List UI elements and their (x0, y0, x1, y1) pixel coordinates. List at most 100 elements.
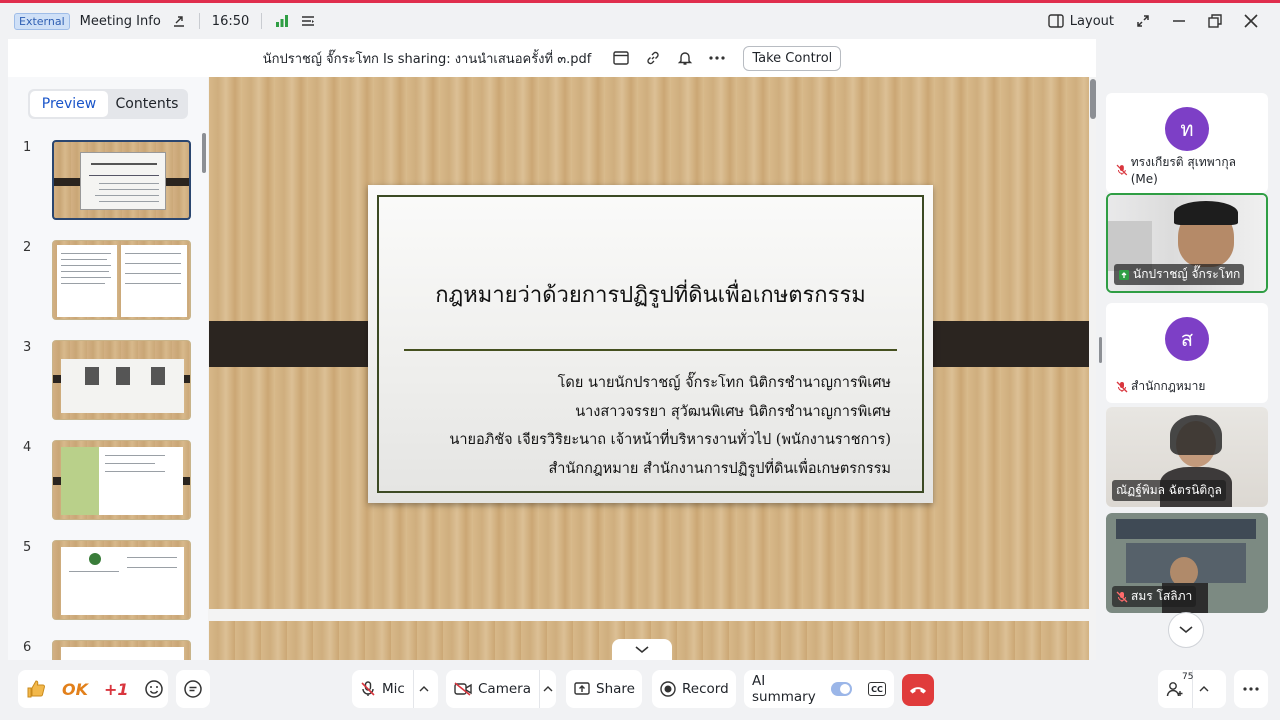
ai-summary-toggle[interactable]: AI summary (744, 670, 860, 708)
layout-button[interactable]: Layout (1048, 14, 1114, 29)
page-thumbnail-1[interactable] (52, 140, 191, 220)
participant-tile[interactable]: สมร โสลิภา (1106, 513, 1268, 613)
share-title: นักปราชญ์ จั๊กระโทก Is sharing: งานนำเสน… (262, 51, 592, 67)
mic-control: Mic (352, 670, 438, 708)
participants-options-caret[interactable] (1192, 670, 1214, 708)
emoji-icon[interactable] (137, 670, 171, 708)
slide-page: กฎหมายว่าด้วยการปฏิรูปที่ดินเพื่อเกษตรกร… (209, 77, 1089, 609)
participants-panel: ท ทรงเกียรติ สุเทพากุล (Me) นักปราชญ์ จั… (1098, 77, 1280, 660)
screen-share-icon (1119, 269, 1129, 280)
participants-button[interactable]: 75 (1158, 670, 1194, 708)
more-options-button[interactable] (1234, 670, 1268, 708)
mic-options-caret[interactable] (412, 670, 435, 708)
share-screen-icon (574, 682, 590, 695)
external-badge: External (14, 12, 70, 30)
page-number: 2 (23, 240, 32, 255)
minimize-icon[interactable] (1172, 14, 1186, 28)
scroll-down-button[interactable] (1168, 612, 1204, 648)
slide-band-left (209, 321, 387, 367)
participant-tile[interactable]: ณัฏฐ์พิมล ฉัตรนิติกูล (1106, 407, 1268, 507)
camera-options-caret[interactable] (538, 670, 556, 708)
participant-tile[interactable]: ท ทรงเกียรติ สุเทพากุล (Me) (1106, 93, 1268, 193)
panel-resize-handle[interactable] (1099, 337, 1102, 363)
participant-tile[interactable]: นักปราชญ์ จั๊กระโทก (1106, 193, 1268, 293)
record-icon (660, 681, 676, 697)
credit-line: สำนักกฎหมาย สำนักงานการปฏิรูปที่ดินเพื่อ… (548, 460, 891, 477)
participants-count: 75 (1182, 672, 1194, 682)
chevron-up-icon (1199, 686, 1208, 692)
chat-button[interactable] (176, 670, 210, 708)
record-button[interactable]: Record (652, 670, 736, 708)
bell-icon[interactable] (669, 46, 701, 70)
credit-line: นางสาวจรรยา สุวัฒนพิเศษ นิติกรชำนาญการพิ… (575, 403, 891, 420)
participant-name: ณัฏฐ์พิมล ฉัตรนิติกูล (1112, 480, 1226, 501)
more-icon (1243, 687, 1259, 691)
toggle-switch[interactable] (831, 682, 852, 696)
camera-off-icon (454, 682, 472, 696)
thumbnail-card (80, 152, 166, 210)
page-thumbnail-2[interactable] (52, 240, 191, 320)
credit-line: นายอภิชัจ เจียรวิริยะนาถ เจ้าหน้าที่บริห… (449, 432, 891, 448)
tab-contents[interactable]: Contents (108, 91, 186, 117)
divider (261, 13, 263, 29)
title-divider (404, 349, 897, 351)
participants-control: 75 (1158, 670, 1226, 708)
page-number: 5 (23, 540, 32, 555)
sidebar-scrollbar[interactable] (202, 133, 206, 173)
mic-off-icon (1116, 381, 1128, 392)
leave-meeting-button[interactable] (902, 674, 934, 706)
close-icon[interactable] (1244, 14, 1258, 28)
mic-off-icon (1116, 591, 1128, 602)
meeting-toolbar: OK +1 Mic Camera Share Record AI summary… (0, 660, 1280, 720)
divider (198, 13, 200, 29)
chat-icon (184, 680, 202, 698)
page-thumbnail-4[interactable] (52, 440, 191, 520)
pages-sidebar: Preview Contents 1 2 3 4 5 6 (8, 77, 208, 660)
participants-icon (1166, 682, 1183, 697)
slide-scrollbar[interactable] (1090, 79, 1096, 119)
expand-icon[interactable] (1136, 14, 1150, 28)
menu-list-icon[interactable] (300, 13, 316, 29)
sidebar-tabs: Preview Contents (28, 89, 188, 119)
hang-up-icon (910, 687, 926, 694)
slide-credits: โดย นายนักปราชญ์ จั๊กระโทก นิติกรชำนาญกา… (449, 369, 891, 483)
window-icon[interactable] (605, 46, 637, 70)
camera-button[interactable]: Camera (446, 670, 539, 708)
thumbs-up-icon[interactable] (18, 670, 54, 708)
meeting-timer: 16:50 (211, 13, 250, 29)
participant-name: ทรงเกียรติ สุเทพากุล (Me) (1112, 152, 1268, 187)
window-controls: Layout (1048, 3, 1280, 39)
more-icon[interactable] (701, 46, 733, 70)
slide-band-right (914, 321, 1089, 367)
mic-button[interactable]: Mic (352, 670, 413, 708)
avatar: ท (1165, 107, 1209, 151)
collapse-toolbar-button[interactable] (612, 639, 672, 660)
meeting-info-button[interactable]: Meeting Info (80, 14, 161, 29)
signal-strength-icon[interactable] (274, 13, 290, 29)
title-bar: External Meeting Info 16:50 Layout (0, 3, 1280, 39)
share-out-icon[interactable] (171, 13, 187, 29)
share-button[interactable]: Share (566, 670, 642, 708)
reactions-group: OK +1 (18, 670, 168, 708)
page-thumbnail-6[interactable] (52, 640, 191, 660)
layout-label: Layout (1069, 13, 1114, 29)
slide-title: กฎหมายว่าด้วยการปฏิรูปที่ดินเพื่อเกษตรกร… (435, 283, 866, 308)
tab-preview[interactable]: Preview (30, 91, 108, 117)
cc-icon: CC (868, 682, 886, 696)
plus-one-reaction[interactable]: +1 (96, 670, 137, 708)
participant-tile[interactable]: ส สำนักกฎหมาย (1106, 303, 1268, 403)
page-thumbnail-5[interactable] (52, 540, 191, 620)
chevron-up-icon (543, 686, 553, 692)
ai-summary-control: AI summary CC (744, 670, 894, 708)
mic-off-icon (361, 681, 375, 696)
avatar: ส (1165, 317, 1209, 361)
captions-button[interactable]: CC (860, 670, 894, 708)
page-number: 1 (23, 140, 32, 155)
participant-name: สมร โสลิภา (1112, 586, 1197, 607)
restore-icon[interactable] (1208, 14, 1222, 28)
page-thumbnail-3[interactable] (52, 340, 191, 420)
ok-reaction[interactable]: OK (54, 670, 96, 708)
take-control-button[interactable]: Take Control (743, 45, 842, 71)
credit-line: โดย นายนักปราชญ์ จั๊กระโทก นิติกรชำนาญกา… (557, 375, 891, 391)
link-icon[interactable] (637, 46, 669, 70)
